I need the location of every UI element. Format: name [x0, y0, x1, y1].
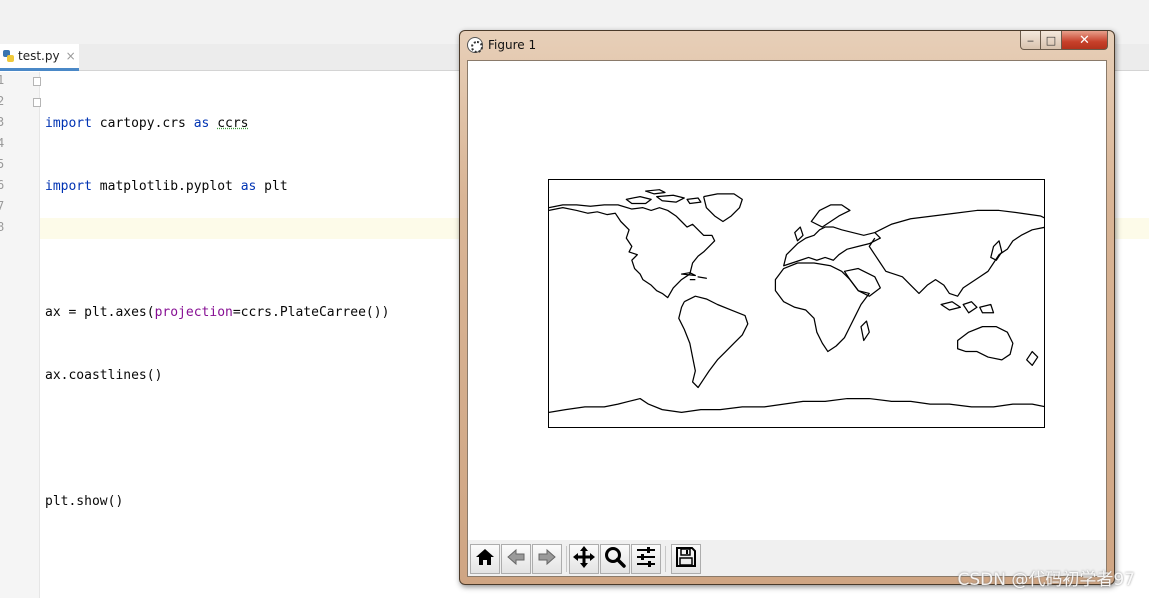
sliders-icon [634, 545, 658, 573]
tab-test-py[interactable]: test.py × [0, 44, 79, 71]
csdn-watermark: CSDN @代码初学者97 [957, 570, 1135, 590]
line-number: 8 [0, 220, 5, 234]
figure-canvas[interactable] [468, 61, 1106, 540]
floppy-disk-icon [675, 546, 697, 572]
zoom-button[interactable] [600, 544, 630, 574]
minimize-button[interactable]: ‒ [1020, 31, 1041, 50]
line-number: 4 [0, 136, 5, 150]
coastline-madagascar [860, 320, 870, 342]
line-number: 7 [0, 199, 5, 213]
line-number: 1 [0, 73, 5, 87]
code-line-1: import cartopy.crs as ccrs [45, 113, 389, 134]
line-number: 3 [0, 115, 5, 129]
line-number: 5 [0, 157, 5, 171]
toolbar-separator [665, 546, 666, 572]
code-text: ccrs [217, 116, 249, 131]
home-icon [474, 546, 496, 572]
coastline-asia [868, 209, 1044, 297]
param-name: projection [154, 305, 233, 320]
figure-client-area [467, 60, 1107, 577]
back-button[interactable] [501, 544, 531, 574]
keyword: as [193, 116, 210, 131]
code-line-2: import matplotlib.pyplot as plt [45, 176, 389, 197]
coastline-south-america [678, 295, 749, 389]
coastline-antarctica [549, 397, 1044, 414]
configure-subplots-button[interactable] [631, 544, 661, 574]
pan-button[interactable] [569, 544, 599, 574]
coastline-uk [794, 226, 804, 242]
forward-button[interactable] [532, 544, 562, 574]
keyword: as [240, 179, 257, 194]
current-line-highlight [1112, 218, 1149, 239]
world-coastlines-map [549, 189, 1044, 414]
coastline-japan [990, 240, 1003, 261]
fold-marker-icon[interactable] [33, 77, 41, 86]
code-line-5: ax.coastlines() [45, 368, 163, 383]
forward-arrow-icon [536, 546, 558, 572]
line-number: 6 [0, 178, 5, 192]
code-editor[interactable]: import cartopy.crs as ccrs import matplo… [45, 71, 389, 533]
line-number: 2 [0, 94, 5, 108]
back-arrow-icon [505, 546, 527, 572]
toolbar-separator [566, 546, 567, 572]
magnifier-icon [603, 545, 627, 573]
fold-marker-icon[interactable] [33, 98, 41, 107]
keyword: import [45, 116, 92, 131]
code-text: matplotlib.pyplot [91, 179, 241, 194]
maximize-button[interactable]: □ [1041, 31, 1062, 50]
map-axes[interactable] [548, 179, 1045, 428]
coastline-indonesia [940, 301, 995, 314]
close-button[interactable]: ✕ [1062, 31, 1108, 50]
coastline-australia [957, 326, 1014, 361]
tab-filename: test.py [18, 49, 60, 63]
code-text: cartopy.crs [91, 116, 194, 131]
coastline-arctic-islands [625, 189, 702, 205]
keyword: import [45, 179, 92, 194]
figure-titlebar[interactable]: Figure 1 ‒ □ ✕ [460, 31, 1114, 59]
tab-close-icon[interactable]: × [66, 49, 76, 63]
python-file-icon [2, 49, 15, 63]
window-title: Figure 1 [488, 38, 537, 52]
home-button[interactable] [470, 544, 500, 574]
line-number-gutter: 1 2 3 4 5 6 7 8 [0, 72, 41, 598]
figure-window[interactable]: Figure 1 ‒ □ ✕ [459, 30, 1115, 585]
coastline-new-zealand [1026, 350, 1039, 366]
coastline-europe [783, 226, 881, 267]
move-icon [572, 545, 596, 573]
code-line-7: plt.show() [45, 494, 124, 509]
coastline-caribbean [680, 272, 708, 281]
code-line-4: ax = plt.axes(projection=ccrs.PlateCarre… [45, 302, 389, 323]
save-button[interactable] [671, 544, 701, 574]
code-text: plt [256, 179, 288, 194]
coastline-greenland [703, 193, 743, 223]
coastline-africa [774, 262, 870, 353]
coastline-arabia [843, 267, 881, 297]
code-text: ax = plt.axes( [45, 305, 155, 320]
code-text: =ccrs.PlateCarree()) [232, 305, 390, 320]
coastline-north-america [549, 204, 716, 299]
window-controls: ‒ □ ✕ [1020, 31, 1108, 50]
coastline-scandinavia [810, 204, 851, 228]
matplotlib-icon [467, 37, 483, 53]
